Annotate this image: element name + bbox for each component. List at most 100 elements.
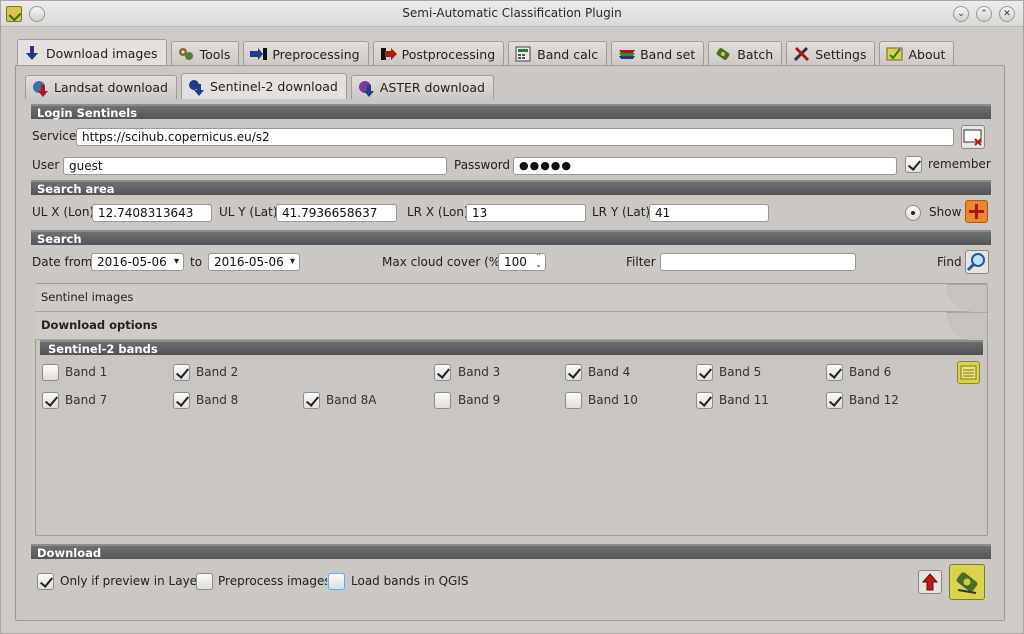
add-area-button[interactable]: [965, 200, 988, 223]
toolbox-label: Sentinel images: [41, 290, 134, 304]
date-from-value: 2016-05-06: [97, 255, 167, 269]
preprocess-checkbox[interactable]: [196, 573, 213, 590]
tab-about[interactable]: About: [879, 41, 955, 66]
find-button[interactable]: [965, 250, 989, 274]
band-12-checkbox[interactable]: [826, 392, 843, 409]
band-8-checkbox[interactable]: [173, 392, 190, 409]
band-2-checkbox[interactable]: [173, 364, 190, 381]
lry-label: LR Y (Lat): [592, 205, 651, 219]
band-11-checkbox[interactable]: [696, 392, 713, 409]
only-preview-checkbox[interactable]: [37, 573, 54, 590]
password-input[interactable]: ●●●●●: [513, 157, 897, 175]
tab-postprocessing[interactable]: Postprocessing: [372, 41, 505, 66]
band-5-label: Band 5: [719, 365, 762, 379]
tab-label: Landsat download: [54, 80, 168, 95]
tab-sentinel-2-download[interactable]: Sentinel-2 download: [180, 73, 347, 99]
band-set-icon: [618, 46, 636, 62]
close-button[interactable]: ✕: [999, 6, 1015, 22]
tab-band-calc[interactable]: Band calc: [508, 41, 608, 66]
plugin-window: Semi-Automatic Classification Plugin ⌄ ⌃…: [0, 0, 1024, 634]
aster-download-icon: [358, 80, 374, 97]
tab-landsat-download[interactable]: Landsat download: [25, 75, 177, 99]
minimize-button[interactable]: ⌄: [953, 6, 969, 22]
user-label: User: [32, 158, 60, 172]
tab-label: Preprocessing: [272, 46, 360, 62]
tab-label: Band calc: [537, 46, 599, 62]
login-section-header: Login Sentinels: [31, 104, 991, 120]
lrx-input[interactable]: 13: [466, 204, 586, 222]
band-12-label: Band 12: [849, 393, 899, 407]
band-6-checkbox[interactable]: [826, 364, 843, 381]
tab-label: Download images: [46, 45, 158, 61]
band-10-label: Band 10: [588, 393, 638, 407]
ulx-input[interactable]: 12.7408313643: [92, 204, 212, 222]
tab-aster-download[interactable]: ASTER download: [350, 75, 494, 99]
upload-arrow-icon: [919, 573, 941, 596]
toolbox-tab-curve: [946, 312, 988, 340]
run-download-button[interactable]: [949, 564, 985, 600]
main-tab-bar: Download images Tools Preprocessing Post…: [17, 39, 958, 66]
band-9-checkbox[interactable]: [434, 392, 451, 409]
cloud-cover-spinbox[interactable]: 100 ⌃ ⌄: [498, 253, 546, 271]
sentinel-images-page-tab[interactable]: Sentinel images: [35, 284, 988, 312]
band-8a-checkbox[interactable]: [303, 392, 320, 409]
band-5-checkbox[interactable]: [696, 364, 713, 381]
tab-download-images[interactable]: Download images: [17, 39, 167, 66]
postprocessing-icon: [380, 46, 397, 62]
select-all-bands-button[interactable]: [957, 361, 980, 384]
lrx-label: LR X (Lon): [407, 205, 469, 219]
reset-service-button[interactable]: [961, 125, 985, 149]
spin-arrows-icon: ⌃ ⌄: [535, 253, 542, 269]
tab-settings[interactable]: Settings: [786, 41, 876, 66]
maximize-button[interactable]: ⌃: [976, 6, 992, 22]
band-10-checkbox[interactable]: [565, 392, 582, 409]
tab-label: Tools: [199, 46, 231, 62]
band-4-checkbox[interactable]: [565, 364, 582, 381]
download-options-page-tab[interactable]: Download options: [35, 312, 988, 340]
landsat-download-icon: [32, 80, 48, 97]
download-section-header: Download: [31, 544, 991, 560]
remember-checkbox[interactable]: [905, 156, 922, 173]
toolbox-label: Download options: [41, 318, 158, 332]
tab-batch[interactable]: Batch: [708, 41, 783, 66]
band-7-label: Band 7: [65, 393, 108, 407]
user-input[interactable]: guest: [63, 157, 447, 175]
tab-tools[interactable]: Tools: [170, 41, 240, 66]
band-7-checkbox[interactable]: [42, 392, 59, 409]
uly-input[interactable]: 41.7936658637: [276, 204, 397, 222]
band-4-label: Band 4: [588, 365, 631, 379]
title-bar: Semi-Automatic Classification Plugin ⌄ ⌃…: [1, 1, 1023, 27]
cloud-cover-value: 100: [504, 255, 527, 269]
preprocess-label: Preprocess images: [218, 574, 331, 588]
band-3-label: Band 3: [458, 365, 501, 379]
sentinel-2-bands-header: Sentinel-2 bands: [40, 340, 983, 356]
search-area-section-header: Search area: [31, 180, 991, 196]
band-3-checkbox[interactable]: [434, 364, 451, 381]
uly-label: UL Y (Lat): [219, 205, 278, 219]
sentinel-download-icon: [188, 79, 204, 96]
magnifier-icon: [966, 253, 988, 276]
date-to-field[interactable]: 2016-05-06 ▾: [208, 253, 300, 271]
band-6-label: Band 6: [849, 365, 892, 379]
download-sub-tab-bar: Landsat download Sentinel-2 download AST…: [25, 73, 498, 99]
service-input[interactable]: https://scihub.copernicus.eu/s2: [76, 128, 954, 146]
run-icon: [950, 572, 984, 602]
preprocessing-icon: [250, 46, 268, 62]
date-from-field[interactable]: 2016-05-06 ▾: [91, 253, 184, 271]
cloud-cover-label: Max cloud cover (%): [382, 255, 505, 269]
export-links-button[interactable]: [918, 570, 942, 594]
tools-icon: [178, 46, 194, 62]
band-1-checkbox[interactable]: [42, 364, 59, 381]
password-label: Password: [454, 158, 511, 172]
filter-input[interactable]: [660, 253, 856, 271]
tab-preprocessing[interactable]: Preprocessing: [243, 41, 369, 66]
lry-input[interactable]: 41: [649, 204, 769, 222]
show-area-radio[interactable]: [905, 205, 921, 221]
band-8a-label: Band 8A: [326, 393, 377, 407]
plus-icon: [966, 204, 987, 225]
window-title: Semi-Automatic Classification Plugin: [402, 6, 622, 20]
tab-band-set[interactable]: Band set: [611, 41, 705, 66]
load-bands-checkbox[interactable]: [328, 573, 345, 590]
reset-service-icon: [962, 129, 984, 151]
band-8-label: Band 8: [196, 393, 239, 407]
